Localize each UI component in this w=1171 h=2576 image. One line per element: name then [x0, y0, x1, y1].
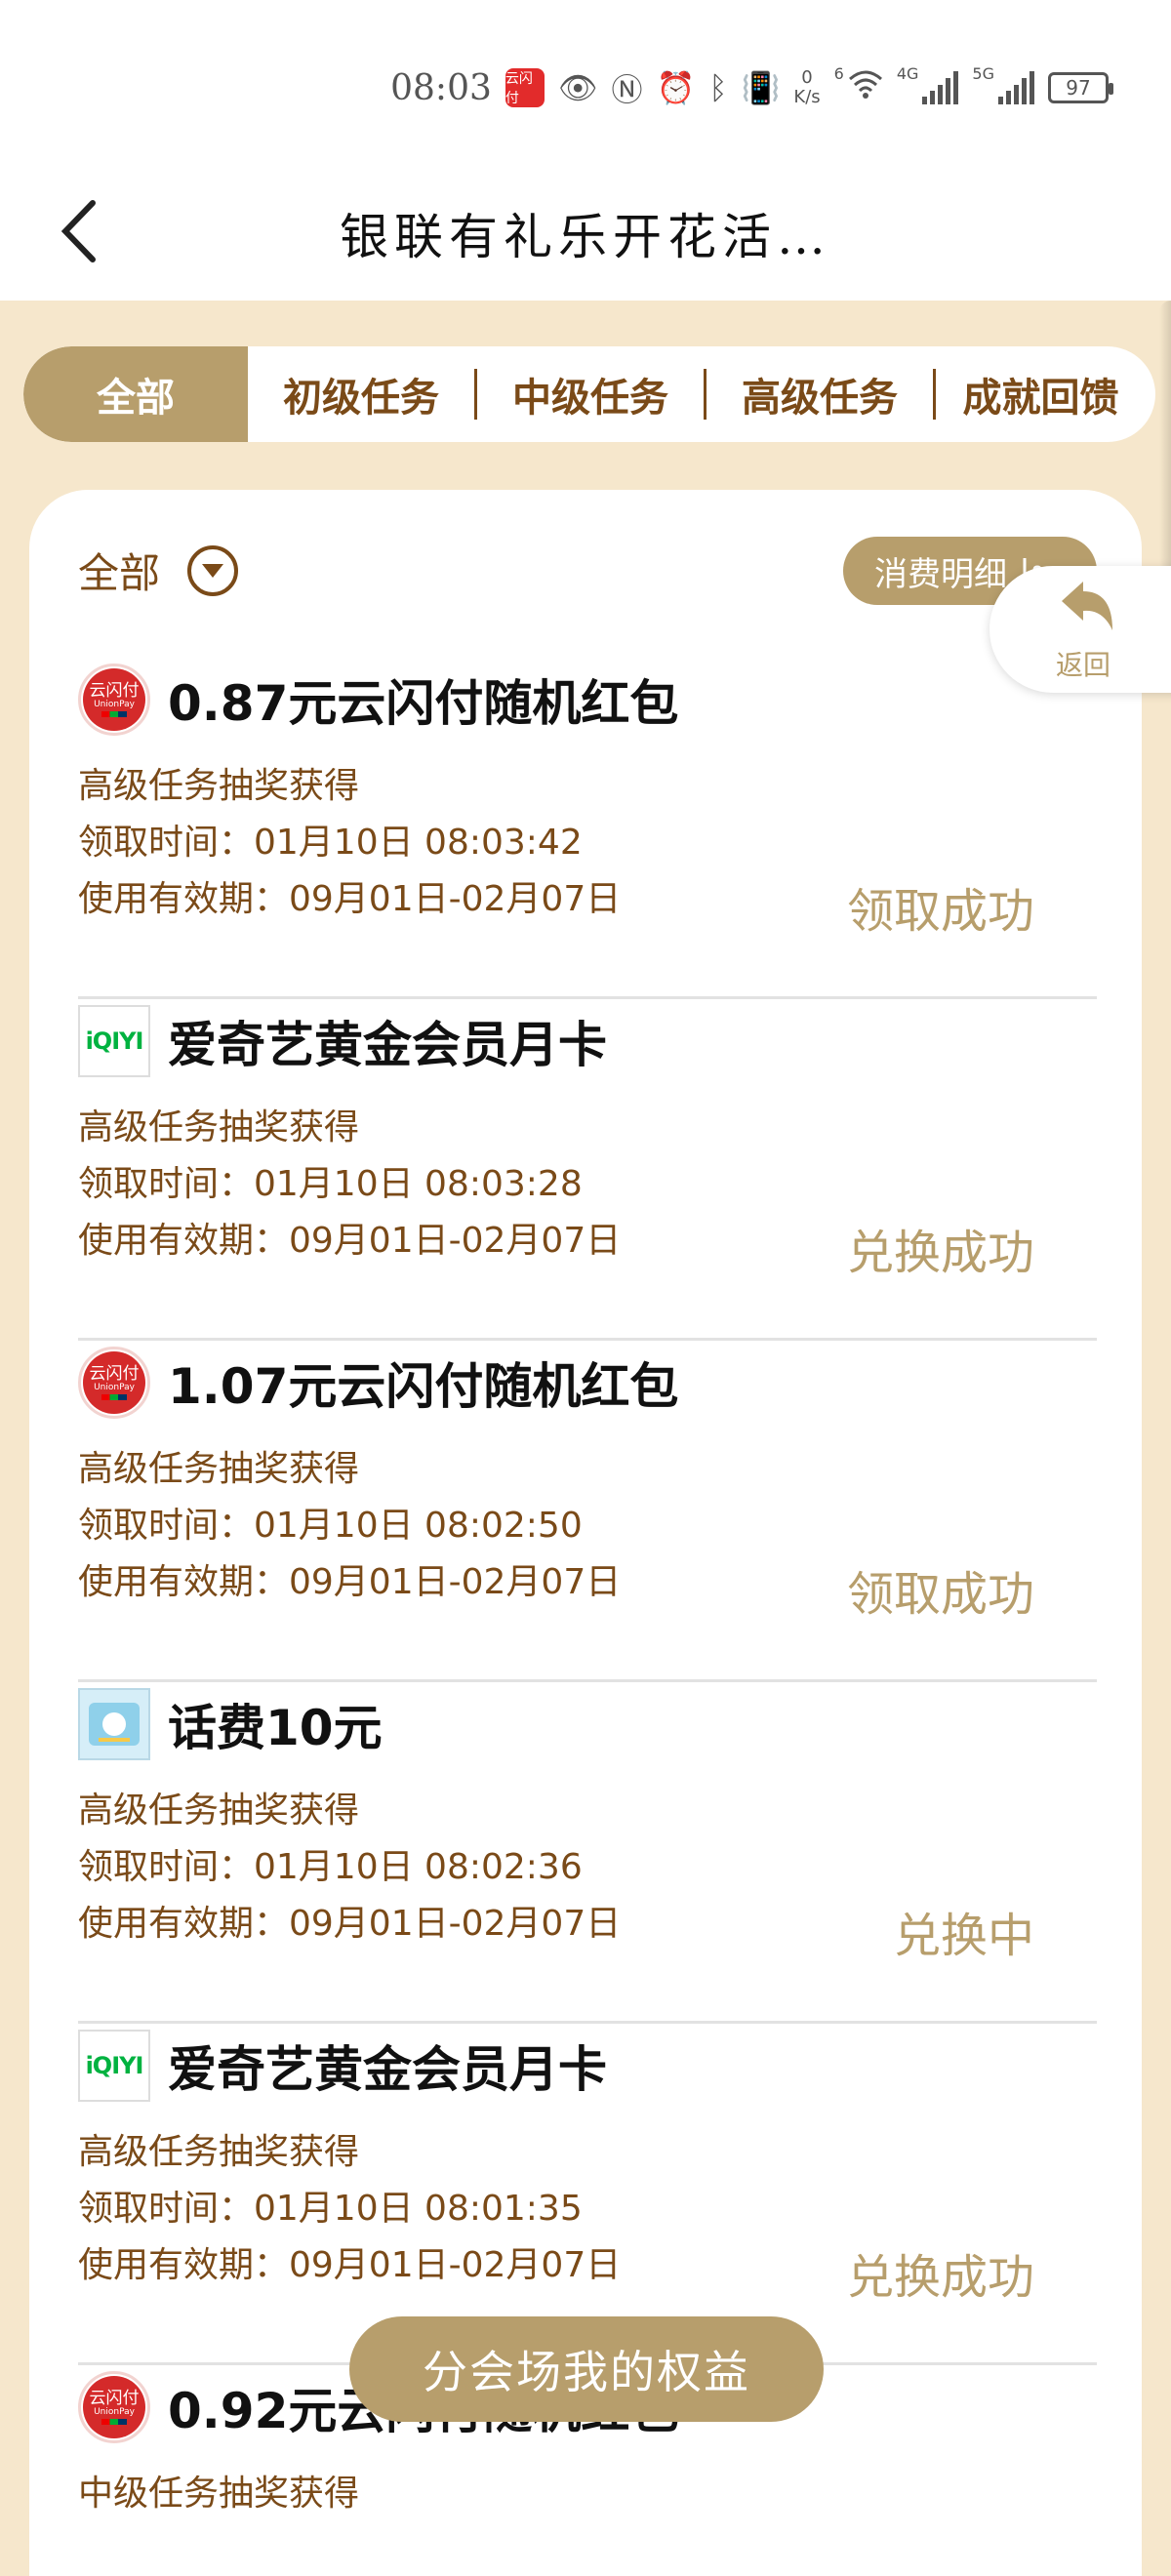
- item-source: 中级任务抽奖获得: [78, 2474, 360, 2514]
- title-bar: 银联有礼乐开花活…: [0, 166, 1171, 301]
- unionpay-logo-icon: 云闪付 UnionPay: [78, 664, 150, 736]
- network-speed-unit: K/s: [793, 87, 821, 107]
- item-claim-time: 领取时间：01月10日 08:03:42: [78, 823, 583, 863]
- item-validity: 使用有效期：09月01日-02月07日: [78, 1221, 622, 1261]
- status-bar: 08:03 云闪付 👁 Ⓝ ⏰ ᛒ 📳 0 K/s 6 4G 5G 97: [0, 0, 1171, 166]
- item-claim-time: 领取时间：01月10日 08:02:50: [78, 1506, 583, 1546]
- tab-intermediate[interactable]: 中级任务: [477, 346, 704, 442]
- network-type-2: 5G: [972, 64, 994, 83]
- eye-icon: 👁: [557, 69, 598, 106]
- logo-subtext: UnionPay: [94, 2407, 135, 2417]
- battery-icon: 97: [1048, 72, 1113, 103]
- list-item[interactable]: iQIYI 爱奇艺黄金会员月卡 高级任务抽奖获得 领取时间：01月10日 08:…: [78, 2024, 1097, 2365]
- item-title: 爱奇艺黄金会员月卡: [168, 2041, 607, 2098]
- consumption-detail-label: 消费明细: [874, 554, 1007, 594]
- item-status: 领取成功: [846, 884, 1034, 939]
- item-source: 高级任务抽奖获得: [78, 766, 360, 806]
- item-status: 兑换成功: [846, 2250, 1034, 2305]
- item-status: 领取成功: [846, 1567, 1034, 1622]
- logo-text: 云闪付: [89, 1364, 140, 1384]
- network-speed: 0 K/s: [793, 68, 820, 107]
- item-status: 兑换中: [893, 1909, 1034, 1963]
- status-time: 08:03: [390, 67, 492, 108]
- item-claim-time: 领取时间：01月10日 08:01:35: [78, 2189, 583, 2229]
- logo-subtext: UnionPay: [94, 1383, 135, 1392]
- return-arrow-icon: [1062, 582, 1112, 630]
- tab-all[interactable]: 全部: [23, 346, 248, 442]
- item-claim-time: 领取时间：01月10日 08:02:36: [78, 1847, 583, 1887]
- list-item[interactable]: 云闪付 UnionPay 0.87元云闪付随机红包 高级任务抽奖获得 领取时间：0…: [78, 658, 1097, 999]
- list-item[interactable]: 云闪付 UnionPay 1.07元云闪付随机红包 高级任务抽奖获得 领取时间：0…: [78, 1341, 1097, 1682]
- unionpay-logo-icon: 云闪付 UnionPay: [78, 1347, 150, 1419]
- chevron-down-icon: [187, 544, 239, 596]
- item-title: 爱奇艺黄金会员月卡: [168, 1017, 607, 1073]
- alarm-icon: ⏰: [656, 69, 696, 106]
- phone-credit-icon: [78, 1688, 150, 1760]
- network-type-1: 4G: [896, 64, 919, 83]
- rewards-card: 全部 消费明细 云闪付 UnionPay 0.87元云闪付随机红包 高级任务抽奖获…: [29, 490, 1142, 2576]
- tab-junior[interactable]: 初级任务: [248, 346, 474, 442]
- filter-label: 全部: [78, 549, 161, 597]
- signal-icon-1: [922, 71, 959, 104]
- my-benefits-button[interactable]: 分会场我的权益: [349, 2316, 824, 2422]
- wifi-badge: 6: [833, 64, 844, 83]
- network-speed-value: 0: [801, 67, 813, 88]
- item-title: 话费10元: [168, 1700, 383, 1756]
- return-float-button[interactable]: 返回: [989, 566, 1171, 693]
- logo-text: 云闪付: [89, 2389, 140, 2408]
- page-title: 银联有礼乐开花活…: [340, 209, 831, 265]
- logo-text: 云闪付: [89, 681, 140, 701]
- signal-icon-2: [998, 71, 1034, 104]
- list-item[interactable]: 话费10元 高级任务抽奖获得 领取时间：01月10日 08:02:36 使用有效…: [78, 1682, 1097, 2024]
- tab-achievement[interactable]: 成就回馈: [936, 346, 1146, 442]
- item-title: 0.87元云闪付随机红包: [168, 675, 679, 732]
- logo-subtext: UnionPay: [94, 700, 135, 709]
- task-tabs: 全部 初级任务 中级任务 高级任务 成就回馈: [23, 346, 1155, 442]
- unionpay-logo-icon: 云闪付 UnionPay: [78, 2371, 150, 2443]
- filter-dropdown[interactable]: 全部: [78, 541, 239, 600]
- item-source: 高级任务抽奖获得: [78, 1107, 360, 1147]
- return-label: 返回: [1056, 649, 1111, 681]
- item-source: 高级任务抽奖获得: [78, 1449, 360, 1489]
- item-validity: 使用有效期：09月01日-02月07日: [78, 1562, 622, 1602]
- unionpay-app-icon: 云闪付: [505, 68, 545, 107]
- list-item[interactable]: iQIYI 爱奇艺黄金会员月卡 高级任务抽奖获得 领取时间：01月10日 08:…: [78, 999, 1097, 1341]
- tab-advanced[interactable]: 高级任务: [707, 346, 933, 442]
- item-source: 高级任务抽奖获得: [78, 1791, 360, 1831]
- iqiyi-logo-icon: iQIYI: [78, 2030, 150, 2102]
- vibrate-icon: 📳: [741, 69, 781, 106]
- item-status: 兑换成功: [846, 1226, 1034, 1280]
- item-validity: 使用有效期：09月01日-02月07日: [78, 879, 622, 919]
- item-source: 高级任务抽奖获得: [78, 2132, 360, 2172]
- item-title: 1.07元云闪付随机红包: [168, 1358, 679, 1415]
- item-claim-time: 领取时间：01月10日 08:03:28: [78, 1164, 583, 1204]
- bluetooth-icon: ᛒ: [708, 69, 728, 106]
- nfc-icon: Ⓝ: [611, 71, 643, 108]
- chevron-left-icon: [61, 200, 96, 262]
- item-validity: 使用有效期：09月01日-02月07日: [78, 2245, 622, 2285]
- item-validity: 使用有效期：09月01日-02月07日: [78, 1904, 622, 1944]
- iqiyi-logo-icon: iQIYI: [78, 1005, 150, 1077]
- wifi-icon: [848, 69, 883, 106]
- back-button[interactable]: [45, 187, 113, 275]
